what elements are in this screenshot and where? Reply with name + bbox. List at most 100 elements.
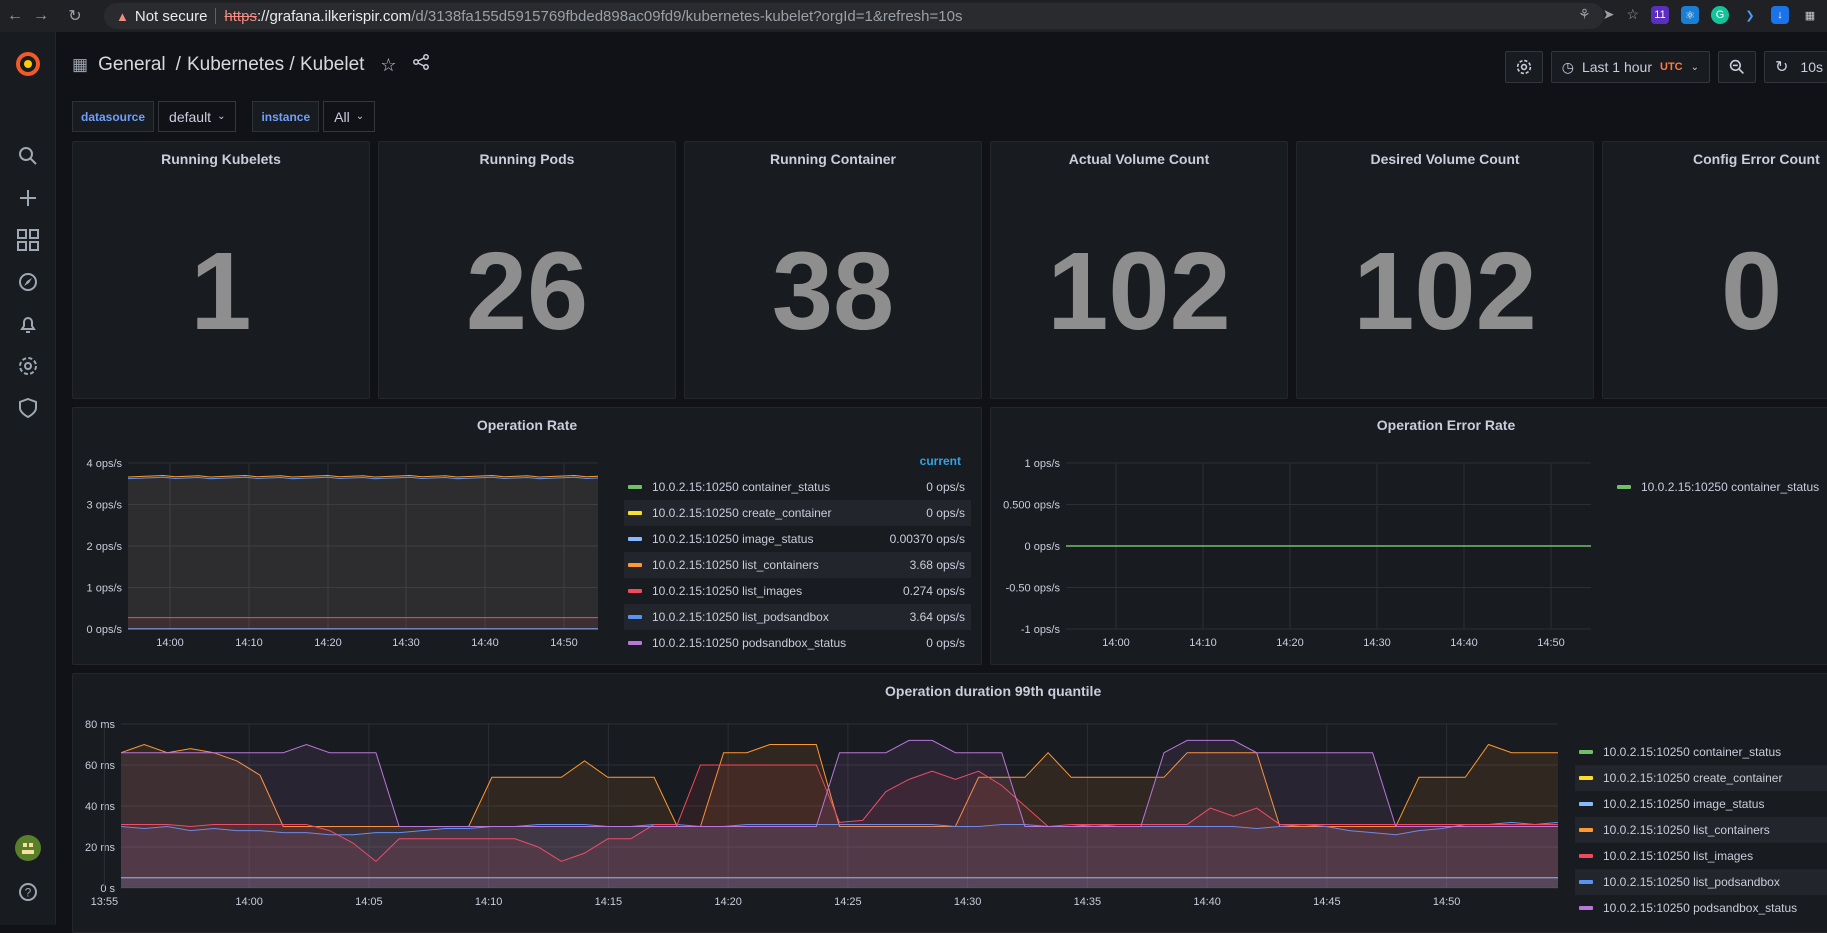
- extension-badge-icon[interactable]: 11: [1651, 6, 1669, 24]
- stat-panel-running-container[interactable]: Running Container 38: [684, 141, 982, 399]
- stat-value: 0: [1721, 237, 1827, 347]
- legend-color-swatch[interactable]: [628, 589, 642, 593]
- legend-series-name[interactable]: 10.0.2.15:10250 podsandbox_status: [652, 636, 926, 650]
- x-tick-label: 14:20: [714, 896, 742, 908]
- stat-panel-actual-volume-count[interactable]: Actual Volume Count 102: [990, 141, 1288, 399]
- legend-series-name[interactable]: 10.0.2.15:10250 image_status: [1603, 797, 1827, 811]
- zoom-out-button[interactable]: [1718, 51, 1756, 83]
- legend-item[interactable]: 10.0.2.15:10250 list_images: [1575, 843, 1827, 869]
- dashboard-settings-button[interactable]: [1505, 51, 1543, 83]
- legend-color-swatch[interactable]: [1617, 485, 1631, 489]
- operation-duration-chart[interactable]: 80 ms60 ms40 ms20 ms0 s13:5514:0014:0514…: [73, 702, 1573, 932]
- time-range-picker[interactable]: ◷ Last 1 hour UTC ⌄: [1551, 51, 1710, 83]
- legend-header-current[interactable]: current: [624, 454, 971, 474]
- legend-item[interactable]: 10.0.2.15:10250 list_podsandbox3.64 ops/…: [624, 604, 971, 630]
- stat-panel-running-kubelets[interactable]: Running Kubelets 1: [72, 141, 370, 399]
- x-tick-label: 14:40: [471, 637, 499, 649]
- grammarly-icon[interactable]: G: [1711, 6, 1729, 24]
- stat-value: 38: [685, 237, 981, 347]
- y-tick-label: 0 ops/s: [87, 624, 123, 636]
- operation-rate-chart[interactable]: 4 ops/s3 ops/s2 ops/s1 ops/s0 ops/s14:00…: [73, 436, 613, 665]
- breadcrumb-folder[interactable]: General: [98, 54, 166, 76]
- gear-icon[interactable]: [14, 352, 42, 380]
- panel-operation-duration[interactable]: Operation duration 99th quantile 80 ms60…: [72, 673, 1827, 933]
- legend-item[interactable]: 10.0.2.15:10250 container_status: [1575, 739, 1827, 765]
- wave-icon[interactable]: ❯: [1741, 6, 1759, 24]
- legend-item[interactable]: 10.0.2.15:10250 create_container0 ops/s: [624, 500, 971, 526]
- legend-color-swatch[interactable]: [1579, 776, 1593, 780]
- share-icon[interactable]: [413, 54, 429, 76]
- variable-select-instance[interactable]: All⌄: [323, 101, 375, 132]
- address-bar[interactable]: ▲ Not secure https://grafana.ilkerispir.…: [104, 3, 1604, 29]
- legend-item[interactable]: 10.0.2.15:10250 list_containers: [1575, 817, 1827, 843]
- legend-color-swatch[interactable]: [628, 485, 642, 489]
- stat-panel-running-pods[interactable]: Running Pods 26: [378, 141, 676, 399]
- operation-error-rate-chart[interactable]: 1 ops/s0.500 ops/s0 ops/s-0.50 ops/s-1 o…: [991, 436, 1591, 665]
- legend-series-name[interactable]: 10.0.2.15:10250 list_podsandbox: [1603, 875, 1827, 889]
- legend-color-swatch[interactable]: [1579, 880, 1593, 884]
- legend-series-name[interactable]: 10.0.2.15:10250 list_images: [652, 584, 903, 598]
- legend-color-swatch[interactable]: [1579, 854, 1593, 858]
- explore-icon[interactable]: [14, 268, 42, 296]
- panel-operation-error-rate[interactable]: Operation Error Rate 1 ops/s0.500 ops/s0…: [990, 407, 1827, 665]
- page-title[interactable]: Kubernetes / Kubelet: [187, 54, 364, 76]
- react-devtools-icon[interactable]: ⚛: [1681, 6, 1699, 24]
- legend-item[interactable]: 10.0.2.15:10250 container_status: [1613, 474, 1827, 500]
- avatar[interactable]: [14, 834, 42, 862]
- dashboards-icon[interactable]: [14, 226, 42, 254]
- legend-item[interactable]: 10.0.2.15:10250 create_container: [1575, 765, 1827, 791]
- x-tick-label: 14:05: [355, 896, 383, 908]
- legend-item[interactable]: 10.0.2.15:10250 podsandbox_status: [1575, 895, 1827, 921]
- stat-panel-config-error-count[interactable]: Config Error Count 0: [1602, 141, 1827, 399]
- send-icon[interactable]: ➤: [1603, 6, 1615, 24]
- legend-color-swatch[interactable]: [628, 615, 642, 619]
- download-icon[interactable]: ↓: [1771, 6, 1789, 24]
- legend-item[interactable]: 10.0.2.15:10250 list_podsandbox: [1575, 869, 1827, 895]
- legend-series-name[interactable]: 10.0.2.15:10250 list_images: [1603, 849, 1827, 863]
- legend-color-swatch[interactable]: [628, 641, 642, 645]
- legend-series-name[interactable]: 10.0.2.15:10250 podsandbox_status: [1603, 901, 1827, 915]
- legend-item[interactable]: 10.0.2.15:10250 list_containers3.68 ops/…: [624, 552, 971, 578]
- translate-icon[interactable]: ⚘: [1578, 6, 1591, 24]
- legend-series-name[interactable]: 10.0.2.15:10250 create_container: [652, 506, 926, 520]
- legend-color-swatch[interactable]: [1579, 750, 1593, 754]
- stat-panel-desired-volume-count[interactable]: Desired Volume Count 102: [1296, 141, 1594, 399]
- legend-item[interactable]: 10.0.2.15:10250 image_status0.00370 ops/…: [624, 526, 971, 552]
- reload-icon[interactable]: ↻: [64, 5, 86, 27]
- star-favorite-icon[interactable]: ☆: [380, 55, 396, 76]
- star-icon[interactable]: ☆: [1626, 6, 1639, 24]
- legend-series-name[interactable]: 10.0.2.15:10250 create_container: [1603, 771, 1827, 785]
- grafana-logo-icon[interactable]: [14, 50, 42, 78]
- forward-icon[interactable]: →: [30, 5, 52, 27]
- legend-color-swatch[interactable]: [628, 537, 642, 541]
- legend-item[interactable]: 10.0.2.15:10250 image_status: [1575, 791, 1827, 817]
- legend-item[interactable]: 10.0.2.15:10250 list_images0.274 ops/s: [624, 578, 971, 604]
- variable-select-datasource[interactable]: default⌄: [158, 101, 236, 132]
- legend-series-name[interactable]: 10.0.2.15:10250 container_status: [652, 480, 926, 494]
- legend-series-name[interactable]: 10.0.2.15:10250 list_containers: [1603, 823, 1827, 837]
- puzzle-icon[interactable]: ▦: [1801, 6, 1819, 24]
- legend-color-swatch[interactable]: [1579, 906, 1593, 910]
- legend-color-swatch[interactable]: [1579, 828, 1593, 832]
- legend-item[interactable]: 10.0.2.15:10250 container_status0 ops/s: [624, 474, 971, 500]
- legend-series-name[interactable]: 10.0.2.15:10250 list_containers: [652, 558, 910, 572]
- back-icon[interactable]: ←: [4, 5, 26, 27]
- shield-icon[interactable]: [14, 394, 42, 422]
- legend-color-swatch[interactable]: [628, 563, 642, 567]
- legend-series-name[interactable]: 10.0.2.15:10250 container_status: [1603, 745, 1827, 759]
- alerting-bell-icon[interactable]: [14, 310, 42, 338]
- legend-series-name[interactable]: 10.0.2.15:10250 image_status: [652, 532, 890, 546]
- legend-series-name[interactable]: 10.0.2.15:10250 list_podsandbox: [652, 610, 910, 624]
- zoom-out-icon: [1729, 59, 1745, 75]
- refresh-picker[interactable]: ↻ 10s: [1764, 51, 1827, 83]
- panel-operation-rate[interactable]: Operation Rate 4 ops/s3 ops/s2 ops/s1 op…: [72, 407, 982, 665]
- legend-series-name[interactable]: 10.0.2.15:10250 container_status: [1641, 480, 1827, 494]
- legend-item[interactable]: 10.0.2.15:10250 podsandbox_status0 ops/s: [624, 630, 971, 656]
- help-icon[interactable]: ?: [14, 878, 42, 906]
- refresh-icon: ↻: [1775, 57, 1788, 77]
- legend-color-swatch[interactable]: [628, 511, 642, 515]
- legend-color-swatch[interactable]: [1579, 802, 1593, 806]
- search-icon[interactable]: [14, 142, 42, 170]
- panel-title: Running Kubelets: [73, 151, 369, 167]
- plus-icon[interactable]: [14, 184, 42, 212]
